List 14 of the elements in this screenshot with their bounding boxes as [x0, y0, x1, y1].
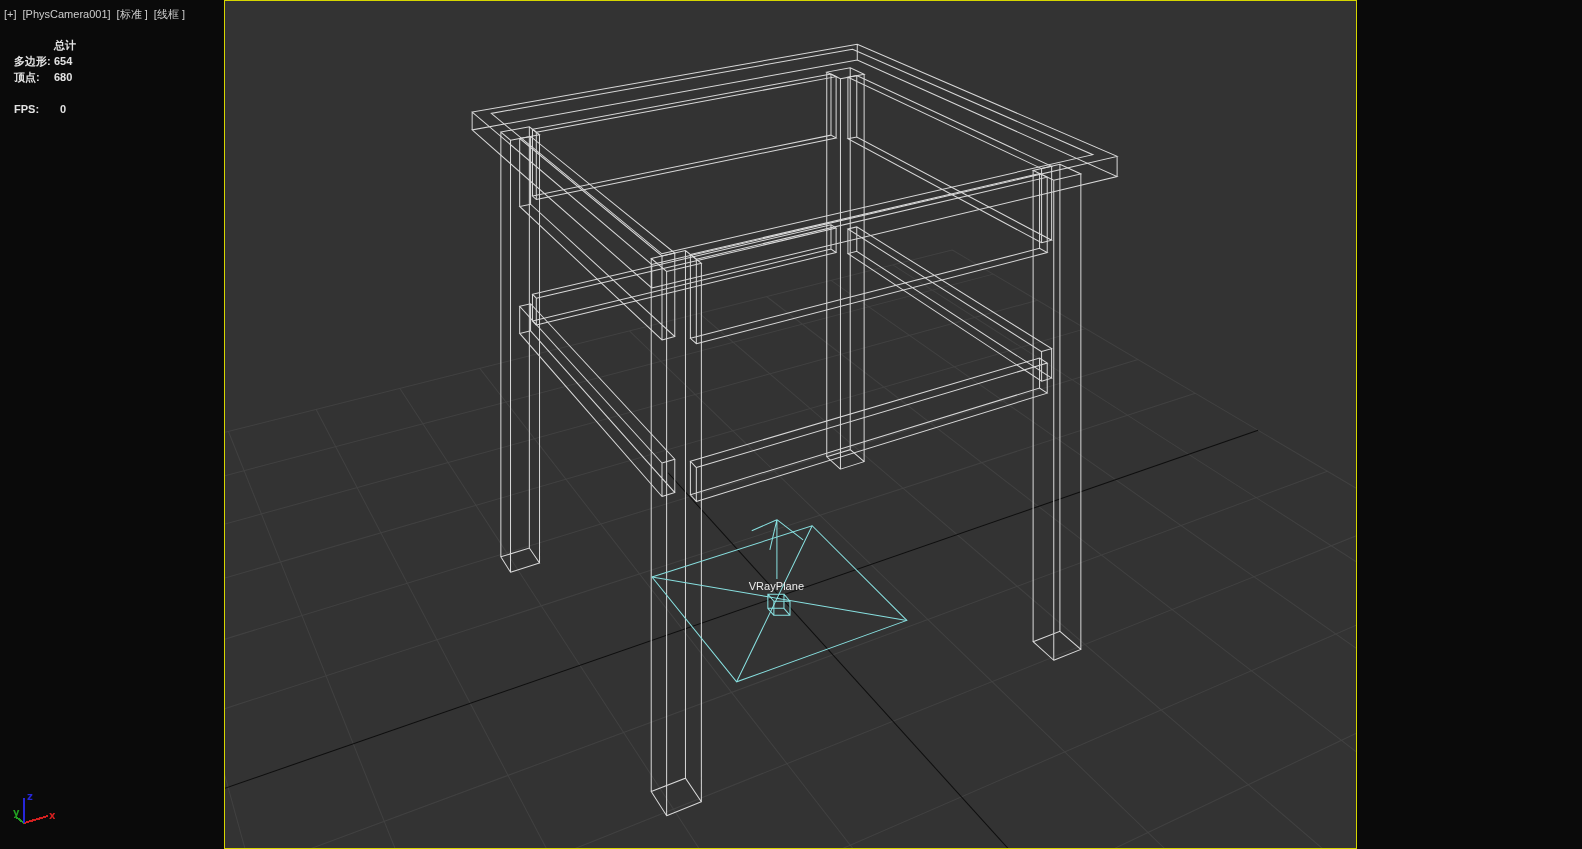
stat-label: 顶点: — [14, 70, 40, 85]
axis-label: y — [13, 807, 20, 818]
axis-label: x — [49, 810, 55, 821]
fps-label: FPS: — [14, 102, 40, 117]
viewport-menu-label[interactable]: [+] — [4, 7, 17, 21]
axis-label: z — [27, 791, 33, 802]
stat-value: 654 — [54, 54, 73, 69]
stat-value: 680 — [54, 70, 73, 85]
viewport-menu-label[interactable]: [标准 ] — [116, 7, 148, 21]
viewport-menu-label[interactable]: [线框 ] — [153, 7, 185, 21]
stat-label: 多边形: — [14, 54, 51, 69]
stats-header: 总计 — [54, 38, 76, 53]
viewport-menu-label[interactable]: [PhysCamera001] — [22, 7, 111, 21]
fps-value: 0 — [59, 102, 67, 117]
